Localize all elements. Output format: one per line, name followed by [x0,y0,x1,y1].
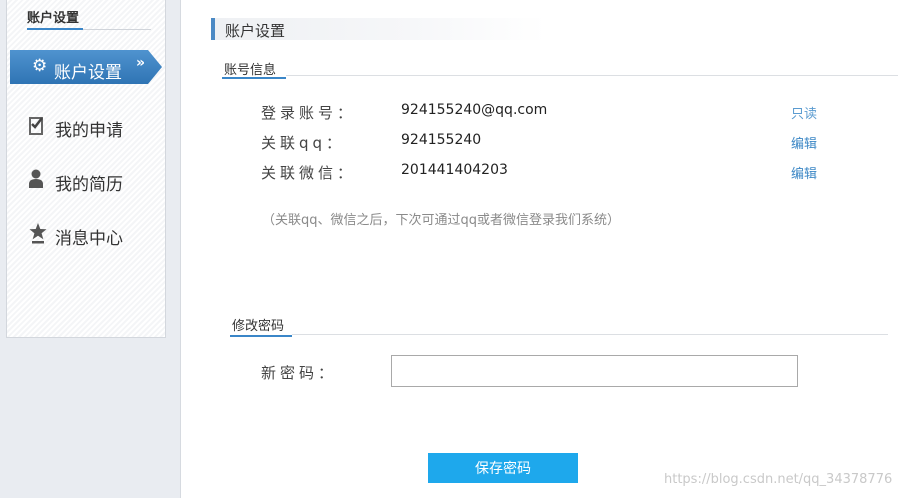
linked-wechat-label: 关联微信： [261,164,357,182]
sidebar-item-label: 我的申请 [55,121,123,141]
read-only-label: 只读 [791,107,818,122]
change-password-underline [230,335,292,337]
sidebar-item-label: 消息中心 [55,229,123,249]
chevron-right-icon: » [136,55,146,71]
sidebar-item-my-resume[interactable]: 我的简历 [29,166,159,196]
account-info-title: 账号信息 [224,63,277,78]
account-info-rule [286,75,898,76]
gear-icon: ⚙ [32,56,48,76]
linked-qq-value: 924155240 [401,132,482,148]
account-info-underline [222,77,286,79]
change-password-title: 修改密码 [232,319,285,334]
edit-wechat-link[interactable]: 编辑 [791,163,817,182]
sidebar-header-underline [27,28,83,30]
login-account-value: 924155240@qq.com [401,102,548,118]
left-column: 账户设置 ⚙ 账户设置 » 我的申请 我的简历 消息中心 [0,0,181,498]
sidebar-item-message-center[interactable]: 消息中心 [29,220,159,250]
clipboard-check-icon [29,114,49,138]
sidebar-item-account-settings[interactable]: ⚙ 账户设置 » [10,50,162,84]
sidebar-item-label: 账户设置 [54,63,122,83]
page-title-bar: 账户设置 [211,18,546,40]
change-password-rule [292,334,888,335]
new-password-input[interactable] [391,355,798,387]
sidebar-header: 账户设置 [27,11,80,26]
watermark: https://blog.csdn.net/qq_34378776 [664,472,893,487]
sidebar: 账户设置 ⚙ 账户设置 » 我的申请 我的简历 消息中心 [6,0,166,338]
linked-qq-label: 关联qq： [261,134,346,152]
link-hint-text: （关联qq、微信之后，下次可通过qq或者微信登录我们系统） [262,213,621,228]
edit-qq-link[interactable]: 编辑 [791,133,817,152]
login-account-label: 登录账号： [261,104,357,122]
title-accent [211,18,215,40]
page-title: 账户设置 [225,22,286,40]
new-password-label: 新密码： [261,364,338,382]
sidebar-header-rule [83,29,151,30]
sidebar-item-label: 我的简历 [55,175,123,195]
linked-wechat-value: 201441404203 [401,162,508,178]
sidebar-item-my-applications[interactable]: 我的申请 [29,112,159,142]
star-icon [29,222,49,246]
person-icon [29,168,49,192]
save-password-button[interactable]: 保存密码 [428,453,578,483]
